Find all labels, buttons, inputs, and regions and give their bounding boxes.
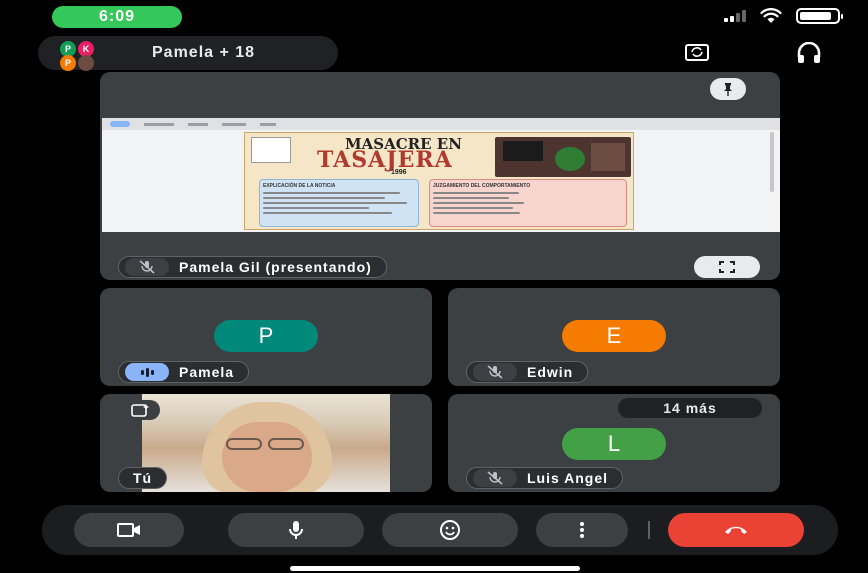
shared-document: MASACRE EN TASAJERA 1996 EXPLICACIÓN DE … [244,132,634,230]
participant-name: Tú [133,470,153,486]
more-participants-badge[interactable]: 14 más [618,398,762,418]
end-call-button[interactable] [668,513,804,547]
participant-name-pill: Luis Angel [466,467,624,489]
control-divider [648,521,650,539]
avatar: P [60,55,76,71]
participant-name-pill: Tú [118,467,168,489]
fullscreen-button[interactable] [694,256,760,278]
participant-name: Luis Angel [527,470,609,486]
avatar: E [562,320,666,352]
mic-off-icon [473,469,517,487]
wifi-icon [760,8,782,23]
participant-tile-luis-angel[interactable]: 14 más L Luis Angel [448,394,780,492]
participant-name-pill: Edwin [466,361,589,383]
switch-camera-icon[interactable] [684,42,710,62]
mic-off-icon [473,363,517,381]
presenter-name: Pamela Gil (presentando) [179,259,372,275]
participant-name: Pamela [179,364,235,380]
doc-explanation-column: EXPLICACIÓN DE LA NOTICIA [259,179,419,227]
doc-title-line2: TASAJERA [317,147,453,173]
cellular-signal-icon [724,10,746,22]
more-options-button[interactable] [536,513,628,547]
camera-icon [117,523,140,537]
status-icons [724,8,843,24]
status-bar: 6:09 [0,0,868,34]
hang-up-icon [725,526,747,534]
shared-scrollbar [770,132,774,192]
status-time[interactable]: 6:09 [52,6,182,28]
shared-browser-toolbar [102,118,780,130]
avatar: L [562,428,666,460]
emoji-icon [440,520,460,540]
microphone-button[interactable] [228,513,364,547]
participant-avatars: P K P [44,37,108,71]
call-controls [42,505,838,555]
battery-icon [796,8,843,24]
mic-off-icon [125,258,169,276]
camera-button[interactable] [74,513,184,547]
doc-year: 1996 [391,169,407,176]
more-vert-icon [580,522,584,538]
pin-icon [724,83,732,96]
microphone-icon [289,521,303,539]
doc-judgement-column: JUZGAMIENTO DEL COMPORTAMIENTO [429,179,627,227]
avatar: P [214,320,318,352]
doc-note [251,137,291,163]
doc-right-heading: JUZGAMIENTO DEL COMPORTAMIENTO [433,183,531,189]
doc-illustration [495,137,631,177]
fullscreen-icon [719,261,735,273]
pin-button[interactable] [710,78,746,100]
participant-tile-pamela[interactable]: P Pamela [100,288,432,386]
visual-effects-icon [131,404,149,417]
participant-name-pill: Pamela [118,361,250,383]
meeting-title: Pamela + 18 [152,44,256,61]
self-video [142,394,390,492]
participants-summary[interactable]: P K P Pamela + 18 [38,36,338,71]
doc-left-heading: EXPLICACIÓN DE LA NOTICIA [263,183,336,189]
participant-tile-edwin[interactable]: E Edwin [448,288,780,386]
participant-name: Edwin [527,364,574,380]
speaking-indicator-icon [125,363,169,381]
meeting-header: P K P Pamela + 18 [0,34,868,71]
headphones-icon[interactable] [796,42,822,64]
shared-screen: MASACRE EN TASAJERA 1996 EXPLICACIÓN DE … [102,118,780,232]
effects-button[interactable] [120,400,160,420]
presenter-name-pill: Pamela Gil (presentando) [118,256,387,278]
avatar [78,55,94,71]
reactions-button[interactable] [382,513,518,547]
participant-tile-self[interactable]: Tú [100,394,432,492]
home-indicator[interactable] [290,566,580,571]
